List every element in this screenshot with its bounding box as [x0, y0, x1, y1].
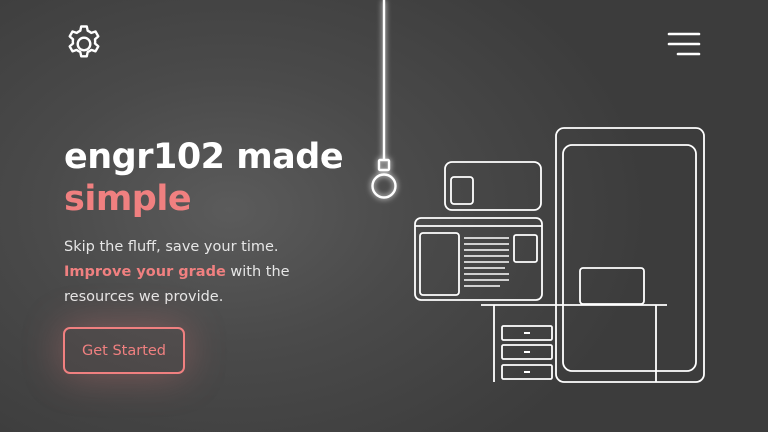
hero-desc-line2: with the	[225, 264, 290, 280]
settings-button[interactable]	[63, 23, 105, 65]
gear-icon	[68, 25, 100, 58]
small-window-icon	[444, 161, 542, 211]
browser-window-icon	[414, 217, 543, 301]
hero-desc-line3: resources we provide.	[64, 289, 224, 305]
lightbulb-icon	[371, 0, 397, 199]
hero-title-highlight: simple	[64, 179, 192, 219]
hero-title-line1: engr102 made	[64, 137, 344, 177]
hero-desc-highlight: Improve your grade	[64, 264, 226, 280]
hero-illustration	[371, 0, 705, 383]
get-started-button[interactable]: Get Started	[63, 327, 185, 374]
hero-description: Skip the fluff, save your time. Improve …	[64, 235, 364, 310]
tablet-icon	[555, 127, 705, 383]
hero-desc-line1: Skip the fluff, save your time.	[64, 239, 279, 255]
hero-title: engr102 made simple	[64, 136, 394, 220]
